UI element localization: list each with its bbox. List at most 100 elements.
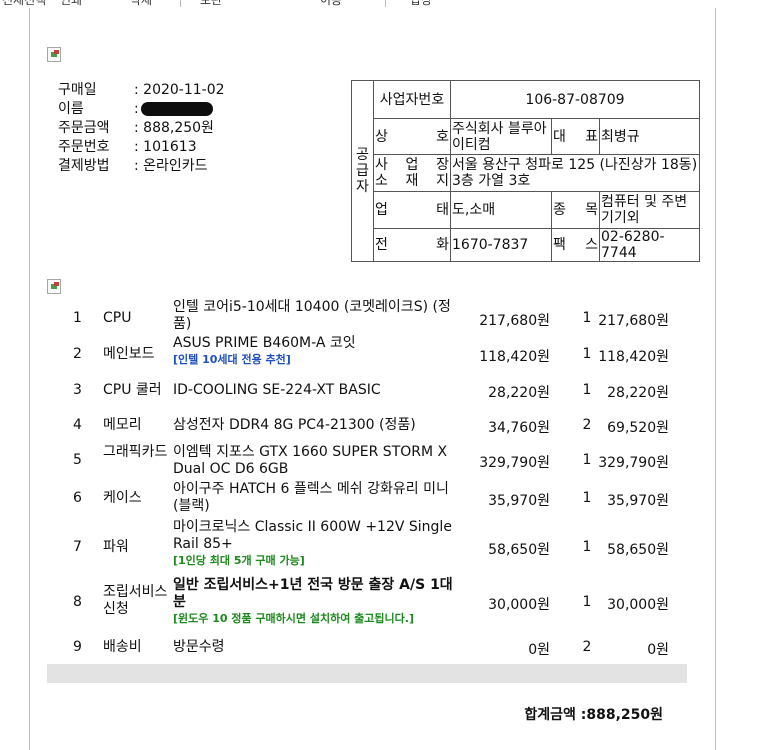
item-total: 35,970원	[607, 493, 669, 509]
list-item: 3 CPU 쿨러 ID-COOLING SE-224-XT BASIC 28,2…	[47, 372, 687, 407]
representative-label: 대표	[551, 118, 600, 155]
order-name-colon: :	[134, 101, 139, 117]
supplier-info-table: 공 급 자 사업자번호 106-87-08709 상호 주식회사 블루아이티컴 …	[351, 80, 700, 262]
order-date-label: 구매일	[58, 82, 97, 98]
biz-type-value: 도,소매	[450, 191, 552, 229]
item-note: [1인당 최대 5개 구매 가능]	[173, 554, 305, 567]
item-category: 메모리	[103, 417, 142, 433]
item-total: 69,520원	[607, 420, 669, 436]
toolbar-item-archive[interactable]: 보관	[200, 0, 222, 8]
order-date-value: : 2020-11-02	[134, 82, 225, 98]
item-name[interactable]: ASUS PRIME B460M-A 코잇	[173, 335, 356, 351]
payment-method-label: 결제방법	[58, 158, 110, 174]
item-name[interactable]: 삼성전자 DDR4 8G PC4-21300 (정품)	[173, 417, 463, 434]
order-amount-label: 주문금액	[58, 120, 110, 136]
biz-no-value: 106-87-08709	[450, 80, 700, 119]
item-note: [인텔 10세대 전용 추천]	[173, 353, 291, 366]
item-qty: 1	[582, 594, 592, 610]
item-qty: 1	[582, 310, 592, 326]
item-number: 2	[73, 346, 82, 362]
list-item: 1 CPU 인텔 코어i5-10세대 10400 (코멧레이크S) (정품) 2…	[47, 297, 687, 335]
list-item: 9 배송비 방문수령 0원 2 0원	[47, 633, 687, 663]
representative-value: 최병규	[599, 118, 700, 155]
item-qty: 1	[582, 346, 592, 362]
item-total: 0원	[647, 642, 669, 658]
order-amount-value: : 888,250원	[134, 120, 214, 136]
toolbar-item-move[interactable]: 이동	[320, 0, 342, 8]
item-total: 329,790원	[598, 455, 669, 471]
item-total: 217,680원	[598, 313, 669, 329]
address-label: 사업장 소재지	[373, 154, 451, 192]
payment-method-value: : 온라인카드	[134, 158, 208, 174]
order-amount-row: 주문금액 : 888,250원	[58, 119, 225, 138]
list-item: 6 케이스 아이구주 HATCH 6 플렉스 메쉬 강화유리 미니 (블랙) 3…	[47, 480, 687, 517]
list-item: 2 메인보드 ASUS PRIME B460M-A 코잇 [인텔 10세대 전용…	[47, 335, 687, 372]
list-item: 7 파워 마이크로닉스 Classic II 600W +12V Single …	[47, 517, 687, 573]
biz-type-label: 업태	[373, 191, 451, 229]
list-footer-bar	[47, 664, 687, 683]
grand-total: 합계금액 :888,250원	[524, 707, 663, 723]
biz-item-value: 컴퓨터 및 주변기기외	[599, 191, 700, 229]
item-name[interactable]: ID-COOLING SE-224-XT BASIC	[173, 382, 463, 399]
list-item: 4 메모리 삼성전자 DDR4 8G PC4-21300 (정품) 34,760…	[47, 407, 687, 442]
item-category: CPU 쿨러	[103, 382, 162, 398]
item-name[interactable]: 방문수령	[173, 639, 463, 656]
payment-method-row: 결제방법 : 온라인카드	[58, 157, 225, 176]
item-price: 329,790원	[479, 455, 550, 471]
item-number: 9	[73, 639, 82, 655]
toolbar-item-delete[interactable]: 삭제	[130, 0, 152, 8]
item-total: 58,650원	[607, 542, 669, 558]
item-price: 0원	[528, 642, 550, 658]
order-name-label: 이름	[58, 101, 84, 117]
item-price: 28,220원	[488, 385, 550, 401]
item-number: 3	[73, 382, 82, 398]
item-total: 118,420원	[598, 349, 669, 365]
item-name[interactable]: 아이구주 HATCH 6 플렉스 메쉬 강화유리 미니 (블랙)	[173, 481, 463, 515]
toolbar-divider	[180, 0, 181, 7]
item-name[interactable]: 마이크로닉스 Classic II 600W +12V Single Rail …	[173, 519, 452, 552]
item-number: 7	[73, 539, 82, 555]
item-category: 그래픽카드	[103, 444, 168, 460]
order-number-label: 주문번호	[58, 139, 110, 155]
address-value: 서울 용산구 청파로 125 (나진상가 18동) 3층 가열 3호	[450, 154, 700, 192]
company-name-value: 주식회사 블루아이티컴	[450, 118, 552, 155]
item-price: 217,680원	[479, 313, 550, 329]
item-qty: 2	[582, 639, 592, 655]
tel-label: 전화	[373, 228, 451, 262]
broken-image-icon	[47, 279, 61, 294]
tel-value: 1670-7837	[450, 228, 552, 262]
item-qty: 1	[582, 452, 592, 468]
order-number-row: 주문번호 : 101613	[58, 138, 225, 157]
item-number: 6	[73, 490, 82, 506]
order-number-value: : 101613	[134, 139, 197, 155]
item-number: 4	[73, 417, 82, 433]
item-category: 배송비	[103, 639, 142, 655]
item-qty: 2	[582, 417, 592, 433]
item-price: 58,650원	[488, 542, 550, 558]
item-price: 34,760원	[488, 420, 550, 436]
item-category: 케이스	[103, 490, 142, 506]
toolbar-item-select-all[interactable]: 전체선택	[2, 0, 46, 8]
item-qty: 1	[582, 539, 592, 555]
order-name-row: 이름 :	[58, 100, 225, 119]
item-qty: 1	[582, 490, 592, 506]
list-item: 5 그래픽카드 이엠텍 지포스 GTX 1660 SUPER STORM X D…	[47, 442, 687, 480]
item-price: 30,000원	[488, 597, 550, 613]
order-date-row: 구매일 : 2020-11-02	[58, 81, 225, 100]
order-info: 구매일 : 2020-11-02 이름 : 주문금액 : 888,250원 주문…	[58, 81, 225, 176]
item-category: 메인보드	[103, 346, 155, 362]
biz-item-label: 종목	[551, 191, 600, 229]
supplier-side-label: 공 급 자	[351, 80, 374, 262]
item-name[interactable]: 이엠텍 지포스 GTX 1660 SUPER STORM X Dual OC D…	[173, 444, 463, 478]
item-number: 5	[73, 452, 82, 468]
biz-no-label: 사업자번호	[373, 80, 451, 119]
item-total: 30,000원	[607, 597, 669, 613]
item-name[interactable]: 일반 조립서비스+1년 전국 방문 출장 A/S 1대분	[173, 577, 453, 610]
item-total: 28,220원	[607, 385, 669, 401]
item-category: CPU	[103, 310, 132, 326]
top-toolbar: 전체선택 인쇄 삭제 보관 이동 답장	[0, 0, 767, 8]
toolbar-item-print[interactable]: 인쇄	[60, 0, 82, 8]
item-name[interactable]: 인텔 코어i5-10세대 10400 (코멧레이크S) (정품)	[173, 299, 463, 333]
fax-value: 02-6280-7744	[599, 228, 700, 262]
toolbar-item-reply[interactable]: 답장	[410, 0, 432, 8]
